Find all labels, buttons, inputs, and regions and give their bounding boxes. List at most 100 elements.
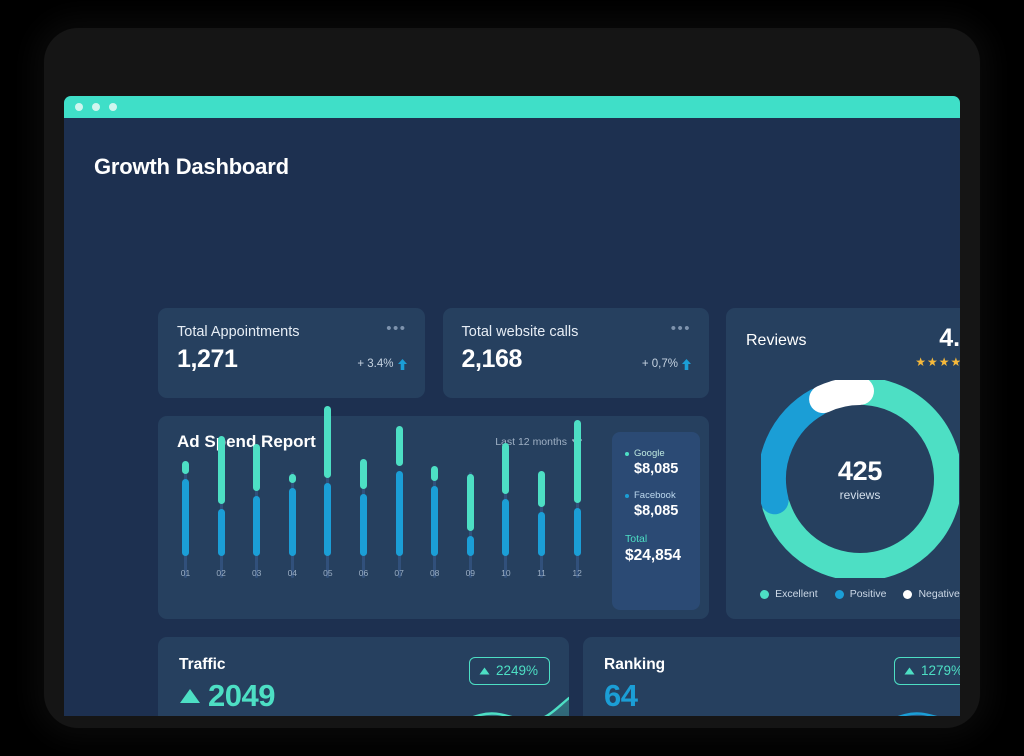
ranking-card: Ranking 64 Google Rankings 1279% [583,637,960,716]
kpi-delta-text: + 0,7% [641,358,678,370]
bar-segment-google [217,435,225,504]
bar-segment-facebook [324,483,332,556]
kpi-delta: + 3.4% [357,358,407,374]
bar-segment-google [538,470,545,507]
bar-column: 10 [501,443,511,578]
bar-segment-google [466,474,474,532]
legend-item-negative: Negative [903,588,960,600]
bar-column: 08 [430,466,439,578]
bar-axis-label: 09 [465,568,476,578]
star-rating-icon: ★★★★★ [915,355,960,369]
bar-segment-facebook [253,495,261,556]
bar-segment-facebook [538,512,545,556]
ad-spend-bar-chart: 01 02 03 04 05 06 07 08 09 10 11 12 [176,405,586,600]
legend-dot-icon [760,589,770,599]
triangle-up-icon [904,667,915,674]
window-maximize-dot[interactable] [109,103,117,111]
legend-dot-icon [834,589,844,599]
legend-total-value: $24,854 [625,547,682,564]
reviews-card: Reviews 4.9 ★★★★★ 425 reviews [726,308,960,619]
traffic-sparkline [472,696,569,716]
kpi-label: Total website calls [461,324,579,340]
browser-window: Growth Dashboard Total Appointments ••• … [64,96,960,716]
ellipsis-icon[interactable]: ••• [671,321,691,336]
bar-segment-google [502,443,510,494]
arrow-up-icon [682,358,691,370]
bar-segment-facebook [431,485,439,556]
bar-column: 11 [537,468,546,578]
bar-axis-label: 06 [358,568,369,578]
bar-axis-label: 04 [287,568,298,578]
legend-row-google: Google $8,085 [625,448,700,477]
bar-axis-label: 11 [537,568,546,578]
bar-column: 02 [216,435,226,578]
bar-segment-facebook [573,507,581,556]
bar-segment-facebook [217,508,225,556]
reviews-header: Reviews 4.9 ★★★★★ [746,324,960,370]
bar-segment-facebook [395,471,403,556]
page-title: Growth Dashboard [94,154,289,179]
legend-facebook-label: Facebook [634,490,676,501]
bar-segment-google [431,466,439,481]
traffic-card: Traffic 2049 Google Change 2249% [158,637,569,716]
donut-center-label: 425 reviews [761,380,959,578]
bar-axis-label: 10 [501,568,511,578]
ellipsis-icon[interactable]: ••• [386,321,406,336]
bar-segment-facebook [502,498,510,556]
bar-column: 03 [252,444,261,578]
kpi-card-website-calls[interactable]: Total website calls ••• 2,168 + 0,7% [442,308,709,398]
kpi-body: 1,271 + 3.4% [177,345,407,374]
arrow-up-icon [397,358,407,370]
bar-segment-google [573,420,581,503]
bar-column: 04 [288,468,297,578]
bar-segment-facebook [466,536,474,556]
reviews-donut-chart: 425 reviews [758,377,960,581]
bar-segment-google [288,474,296,483]
bar-axis-label: 05 [323,568,333,578]
legend-item-excellent: Excellent [760,588,818,600]
browser-titlebar [64,96,960,118]
triangle-up-icon [479,667,490,674]
kpi-header: Total Appointments ••• [177,321,407,340]
bar-axis-label: 12 [572,568,582,578]
window-minimize-dot[interactable] [92,103,100,111]
legend-item-positive: Positive [834,588,886,600]
traffic-badge-text: 2249% [495,663,538,678]
traffic-title: Traffic [179,656,226,673]
reviews-rating-block: 4.9 ★★★★★ [915,324,960,370]
legend-total-label: Total [625,533,648,545]
traffic-change-badge[interactable]: 2249% [468,657,550,685]
reviews-score: 4.9 [939,324,960,352]
reviews-legend: Excellent Positive Negative [726,588,960,600]
donut-value: 425 [837,456,883,486]
bar-axis-label: 08 [429,568,440,578]
ad-spend-legend-panel: Google $8,085 Facebook $8,085 Total $24,… [612,432,700,610]
kpi-row: Total Appointments ••• 1,271 + 3.4% Tota… [158,308,709,398]
bar-column: 01 [181,460,190,578]
ranking-change-badge[interactable]: 1279% [893,657,960,685]
kpi-card-appointments[interactable]: Total Appointments ••• 1,271 + 3.4% [158,308,425,398]
legend-facebook: Facebook [625,490,700,501]
legend-google: Google [625,448,700,459]
legend-google-value: $8,085 [634,461,679,477]
kpi-label: Total Appointments [177,324,300,340]
bar-segment-google [324,405,332,479]
legend-facebook-value: $8,085 [634,503,679,519]
bar-column: 06 [359,458,368,578]
bar-column: 05 [323,405,333,578]
donut-sublabel: reviews [839,488,881,502]
bar-column: 09 [466,468,475,578]
ad-spend-report-card: Ad Spend Report Last 12 months 01 02 03 04 0… [158,405,709,619]
window-close-dot[interactable] [75,103,83,111]
kpi-value: 2,168 [461,345,523,373]
bar-segment-google [253,444,261,491]
bar-axis-label: 03 [251,568,262,578]
bar-column: 07 [394,425,404,578]
bar-segment-facebook [288,487,296,556]
legend-dot-icon [903,589,913,599]
dashboard-page: Growth Dashboard Total Appointments ••• … [64,118,960,716]
ranking-badge-text: 1279% [920,663,960,678]
bar-segment-facebook [182,479,189,556]
bar-segment-google [182,460,189,474]
bar-column: 12 [572,420,582,578]
